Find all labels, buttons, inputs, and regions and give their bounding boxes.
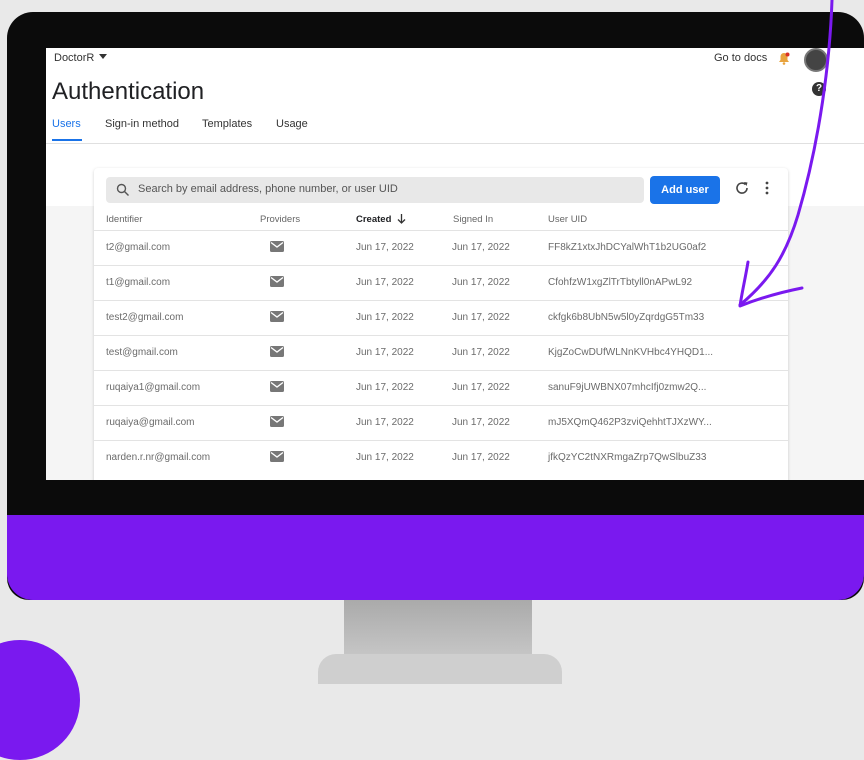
sort-arrow-down-icon [397, 214, 406, 224]
search-input[interactable]: Search by email address, phone number, o… [138, 183, 398, 195]
cell-user-uid: sanuF9jUWBNX07mhcIfj0zmw2Q... [548, 382, 707, 393]
cell-user-uid: mJ5XQmQ462P3zviQehhtTJXzWY... [548, 417, 712, 428]
chevron-down-icon [99, 54, 108, 59]
tab-templates[interactable]: Templates [202, 118, 252, 130]
email-icon [270, 241, 284, 252]
cell-identifier: narden.r.nr@gmail.com [106, 452, 211, 463]
tab-templates-label: Templates [202, 118, 253, 130]
cell-signed-in: Jun 17, 2022 [452, 277, 510, 288]
email-icon [270, 416, 284, 427]
monitor-stand-base [318, 654, 562, 684]
annotation-arrow [738, 0, 834, 308]
column-header-signed-in[interactable]: Signed In [453, 214, 493, 225]
tab-users-label: Users [52, 118, 81, 130]
users-card: Search by email address, phone number, o… [94, 168, 788, 480]
email-icon [270, 451, 284, 462]
monitor-stand-neck [344, 598, 532, 658]
page-title: Authentication [52, 78, 205, 105]
column-header-providers[interactable]: Providers [260, 214, 300, 225]
cell-created: Jun 17, 2022 [356, 452, 414, 463]
cell-identifier: ruqaiya1@gmail.com [106, 382, 201, 393]
tab-sign-in-method-label: Sign-in method [105, 118, 179, 130]
cell-created: Jun 17, 2022 [356, 312, 414, 323]
cell-identifier: t1@gmail.com [106, 277, 171, 288]
email-icon [270, 311, 284, 322]
table-row[interactable]: ruqaiya1@gmail.com Jun 17, 2022 Jun 17, 20… [94, 370, 788, 406]
cell-created: Jun 17, 2022 [356, 242, 414, 253]
cell-identifier: t2@gmail.com [106, 242, 171, 253]
cell-signed-in: Jun 17, 2022 [452, 417, 510, 428]
search-icon [116, 183, 129, 196]
cell-signed-in: Jun 17, 2022 [452, 242, 510, 253]
tab-usage-label: Usage [276, 118, 308, 130]
tab-usage[interactable]: Usage [276, 118, 308, 130]
table-row[interactable]: test2@gmail.com Jun 17, 2022 Jun 17, 2022 c… [94, 300, 788, 336]
monitor-chin [7, 515, 864, 600]
email-icon [270, 276, 284, 287]
column-header-created-label: Created [356, 214, 392, 225]
cell-signed-in: Jun 17, 2022 [452, 312, 510, 323]
column-header-user-uid[interactable]: User UID [548, 214, 587, 225]
column-header-identifier[interactable]: Identifier [106, 214, 142, 225]
cell-identifier: test2@gmail.com [106, 312, 184, 323]
active-tab-indicator [52, 139, 82, 141]
project-selector[interactable]: DoctorR [54, 52, 108, 64]
table-row[interactable]: t1@gmail.com Jun 17, 2022 Jun 17, 2022 Cfoh… [94, 265, 788, 301]
cell-signed-in: Jun 17, 2022 [452, 452, 510, 463]
cell-created: Jun 17, 2022 [356, 382, 414, 393]
cell-created: Jun 17, 2022 [356, 347, 414, 358]
tab-users[interactable]: Users [52, 118, 81, 130]
table-row[interactable]: test@gmail.com Jun 17, 2022 Jun 17, 2022 Kj… [94, 335, 788, 371]
cell-signed-in: Jun 17, 2022 [452, 382, 510, 393]
cell-user-uid: jfkQzYC2tNXRmgaZrp7QwSlbuZ33 [548, 452, 707, 463]
table-row[interactable]: ruqaiya@gmail.com Jun 17, 2022 Jun 17, 202… [94, 405, 788, 441]
cell-user-uid: FF8kZ1xtxJhDCYalWhT1b2UG0af2 [548, 242, 707, 253]
cell-identifier: ruqaiya@gmail.com [106, 417, 195, 428]
table-row[interactable]: narden.r.nr@gmail.com Jun 17, 2022 Jun 17,… [94, 440, 788, 476]
decorative-blob [0, 640, 80, 760]
cell-user-uid: ckfgk6b8UbN5w5l0yZqrdgG5Tm33 [548, 312, 705, 323]
cell-user-uid: KjgZoCwDUfWLNnKVHbc4YHQD1... [548, 347, 714, 358]
cell-created: Jun 17, 2022 [356, 417, 414, 428]
table-row[interactable]: t2@gmail.com Jun 17, 2022 Jun 17, 2022 FF8k… [94, 230, 788, 266]
email-icon [270, 346, 284, 357]
email-icon [270, 381, 284, 392]
cell-created: Jun 17, 2022 [356, 277, 414, 288]
cell-user-uid: CfohfzW1xgZlTrTbtyll0nAPwL92 [548, 277, 693, 288]
cell-identifier: test@gmail.com [106, 347, 178, 358]
project-name: DoctorR [54, 52, 95, 64]
search-bar[interactable]: Search by email address, phone number, o… [106, 177, 644, 203]
column-header-created[interactable]: Created [356, 214, 406, 225]
tab-sign-in-method[interactable]: Sign-in method [105, 118, 179, 130]
cell-signed-in: Jun 17, 2022 [452, 347, 510, 358]
